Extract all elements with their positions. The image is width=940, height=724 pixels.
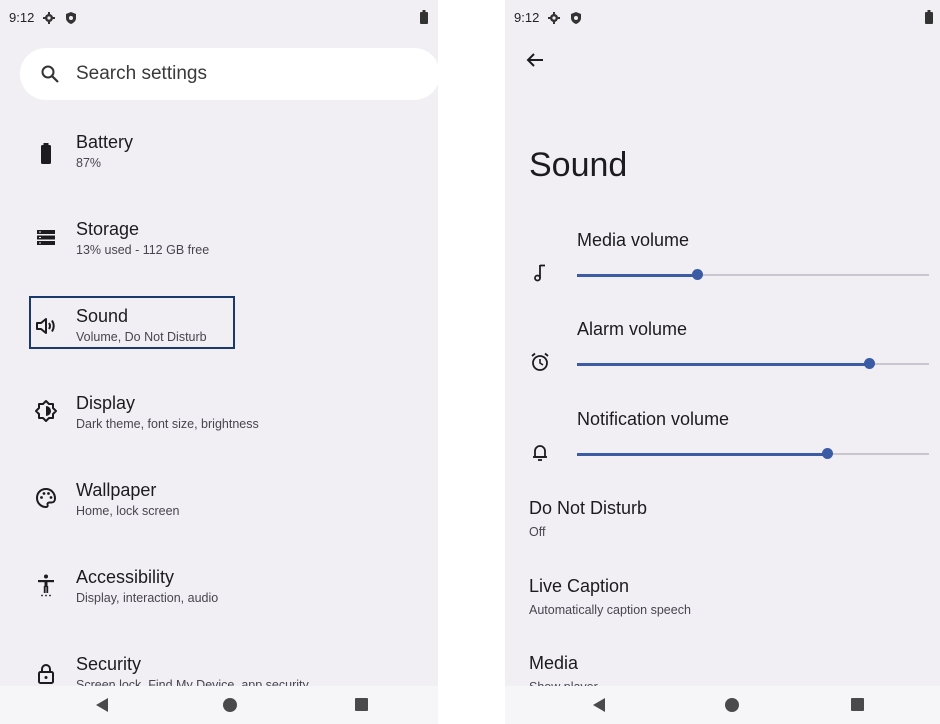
slider-thumb[interactable] <box>821 448 833 459</box>
lock-icon <box>38 664 54 684</box>
settings-screen: 9:12 Search settings Battery 87% Storage… <box>0 0 438 724</box>
item-title: Media <box>529 653 579 673</box>
search-bar[interactable]: Search settings <box>20 48 438 100</box>
navigation-bar <box>0 686 438 724</box>
status-time: 9:12 <box>9 10 35 25</box>
accessibility-icon <box>38 574 54 597</box>
media-volume-label: Media volume <box>577 230 690 250</box>
search-placeholder: Search settings <box>76 63 207 84</box>
item-subtitle: 87% <box>76 156 102 170</box>
settings-item-wallpaper[interactable]: Wallpaper Home, lock screen <box>20 480 420 540</box>
slider-fill <box>577 362 870 366</box>
palette-icon <box>35 487 57 509</box>
item-title: Battery <box>76 132 134 152</box>
item-subtitle: Home, lock screen <box>76 504 180 518</box>
item-title: Accessibility <box>76 567 175 587</box>
settings-item-display[interactable]: Display Dark theme, font size, brightnes… <box>20 393 420 453</box>
item-title: Storage <box>76 219 140 239</box>
nav-home-icon[interactable] <box>725 698 739 712</box>
item-subtitle: Display, interaction, audio <box>76 591 219 605</box>
item-title: Wallpaper <box>76 480 157 500</box>
notification-volume-slider[interactable] <box>577 448 929 459</box>
alarm-icon <box>531 352 549 371</box>
back-arrow-icon[interactable] <box>525 50 545 70</box>
status-bar: 9:12 <box>505 0 940 36</box>
sound-settings-screen: 9:12 Sound Media volume Alarm volume Not… <box>505 0 940 724</box>
item-subtitle: Off <box>529 525 546 539</box>
gear-icon <box>43 12 55 24</box>
do-not-disturb-item[interactable]: Do Not Disturb Off <box>529 498 647 539</box>
bell-icon <box>533 445 547 461</box>
media-volume-row: Media volume <box>505 230 940 310</box>
alarm-volume-label: Alarm volume <box>577 319 688 339</box>
slider-thumb[interactable] <box>691 269 703 280</box>
item-title: Do Not Disturb <box>529 498 648 518</box>
slider-fill <box>577 273 697 277</box>
nav-recents-icon[interactable] <box>851 698 864 711</box>
nav-home-icon[interactable] <box>223 698 237 712</box>
item-subtitle: Dark theme, font size, brightness <box>76 417 259 431</box>
item-title: Security <box>76 654 142 674</box>
live-caption-item[interactable]: Live Caption Automatically caption speec… <box>529 576 691 617</box>
slider-thumb[interactable] <box>864 358 876 369</box>
storage-icon <box>37 230 55 245</box>
music-note-icon <box>534 264 545 282</box>
battery-icon <box>41 143 51 164</box>
shield-icon <box>66 12 76 24</box>
slider-fill <box>577 452 827 456</box>
navigation-bar <box>505 686 940 724</box>
settings-item-accessibility[interactable]: Accessibility Display, interaction, audi… <box>20 567 420 627</box>
display-icon <box>35 400 57 422</box>
media-volume-slider[interactable] <box>577 269 929 280</box>
notification-volume-label: Notification volume <box>577 409 730 429</box>
alarm-volume-slider[interactable] <box>577 358 929 369</box>
battery-status-icon <box>925 10 933 24</box>
nav-recents-icon[interactable] <box>355 698 368 711</box>
item-title: Display <box>76 393 136 413</box>
sound-highlight-box <box>29 296 235 349</box>
status-time: 9:12 <box>514 10 540 25</box>
nav-back-icon[interactable] <box>96 698 108 712</box>
item-subtitle: Automatically caption speech <box>529 603 691 617</box>
status-bar: 9:12 <box>0 0 438 36</box>
search-icon <box>41 65 59 83</box>
settings-item-storage[interactable]: Storage 13% used - 112 GB free <box>20 219 420 279</box>
notification-volume-row: Notification volume <box>505 409 940 489</box>
nav-back-icon[interactable] <box>593 698 605 712</box>
item-title: Live Caption <box>529 576 630 596</box>
page-title: Sound <box>529 146 628 184</box>
settings-item-battery[interactable]: Battery 87% <box>20 132 420 192</box>
gear-icon <box>548 12 560 24</box>
shield-icon <box>571 12 581 24</box>
alarm-volume-row: Alarm volume <box>505 319 940 399</box>
battery-status-icon <box>420 10 428 24</box>
item-subtitle: 13% used - 112 GB free <box>76 243 210 257</box>
